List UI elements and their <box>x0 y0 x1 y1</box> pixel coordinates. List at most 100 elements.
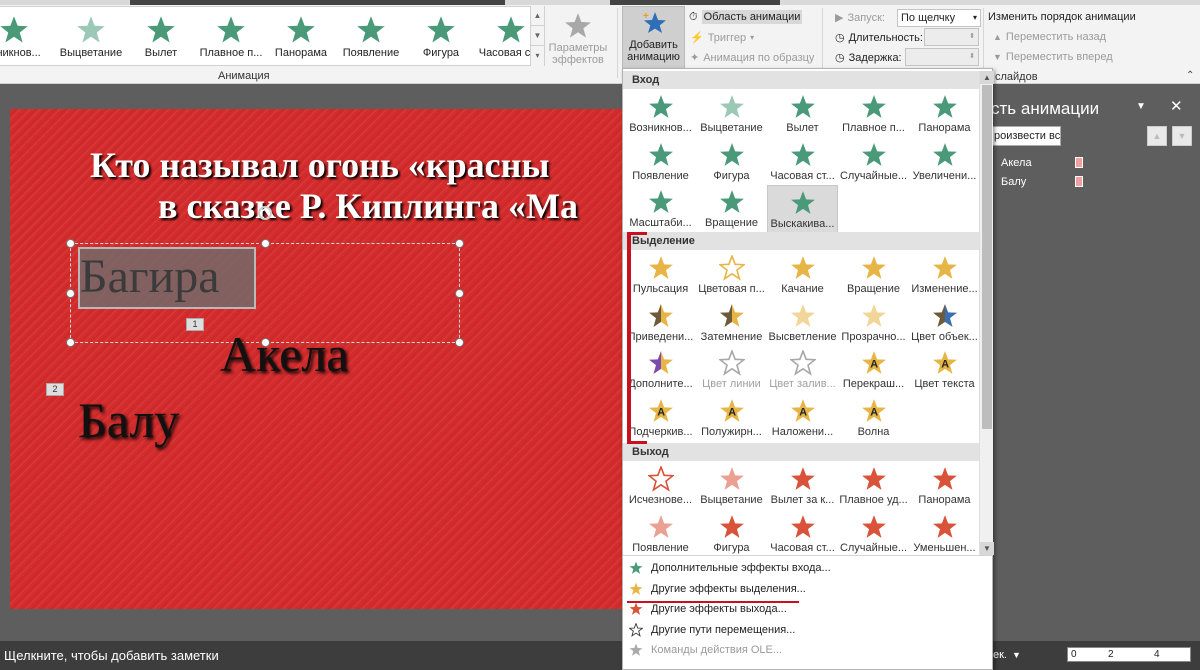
animation-effect-item[interactable]: Масштаби... <box>625 185 696 233</box>
animation-effect-item[interactable]: Цвет залив... <box>767 346 838 394</box>
animation-effect-item[interactable]: Приведени... <box>625 299 696 347</box>
start-select[interactable]: По щелчку ▾ <box>897 9 981 27</box>
gallery-scroll-up[interactable]: ▲ <box>531 6 544 26</box>
more-effects-item[interactable]: Другие пути перемещения... <box>623 620 993 641</box>
animation-effect-item[interactable]: Прозрачно... <box>838 299 909 347</box>
resize-handle[interactable] <box>66 239 75 248</box>
move-earlier-button[interactable]: ▲ Переместить назад <box>993 31 1106 43</box>
gallery-expand[interactable]: ▾ <box>531 46 544 66</box>
animation-effect-item[interactable]: Изменение... <box>909 251 980 299</box>
gallery-item[interactable]: ...никнов... <box>0 9 42 65</box>
animation-effect-item[interactable]: Плавное уд... <box>838 462 909 510</box>
dropdown-scrollbar[interactable]: ▲ ▼ <box>979 71 994 555</box>
duration-input[interactable]: ⬍ <box>924 28 979 46</box>
move-later-button[interactable]: ▼ Переместить вперед <box>993 51 1113 63</box>
animation-effect-item[interactable]: A Полужирн... <box>696 394 767 442</box>
animation-effect-item[interactable]: Вращение <box>696 185 767 233</box>
slide-text-balu[interactable]: Балу <box>78 391 179 449</box>
animation-effect-item[interactable]: Вылет <box>767 90 838 138</box>
scroll-thumb[interactable] <box>982 85 992 429</box>
slide-text-bagira[interactable]: Багира <box>80 249 220 304</box>
animation-effect-item[interactable]: Пульсация <box>625 251 696 299</box>
gallery-item[interactable]: Панорама <box>266 9 336 65</box>
delay-input[interactable]: ⬍ <box>905 48 979 66</box>
more-effects-item[interactable]: Другие эффекты выделения... <box>623 579 993 600</box>
animation-effect-item[interactable]: Уменьшен... <box>909 510 980 558</box>
slide-canvas[interactable]: Кто называл огонь «красны в сказке Р. Ки… <box>10 109 625 609</box>
animation-effect-item[interactable]: Выцветание <box>696 462 767 510</box>
gallery-item[interactable]: Вылет <box>126 9 196 65</box>
animation-effect-item[interactable]: Часовая ст... <box>767 510 838 558</box>
animation-effect-item[interactable]: Плавное п... <box>838 90 909 138</box>
animation-effect-item[interactable]: Затемнение <box>696 299 767 347</box>
rotate-handle-icon[interactable] <box>258 206 272 220</box>
animation-effect-item[interactable]: Высветление <box>767 299 838 347</box>
animation-effect-item[interactable]: A Цвет текста <box>909 346 980 394</box>
animation-effect-item[interactable]: Цветовая п... <box>696 251 767 299</box>
slide-title-line1[interactable]: Кто называл огонь «красны <box>90 144 550 186</box>
gallery-item[interactable]: Появление <box>336 9 406 65</box>
slide-title-line2[interactable]: в сказке Р. Киплинга «Ма <box>158 185 578 227</box>
animation-effect-item[interactable]: Возникнов... <box>625 90 696 138</box>
more-effects-item[interactable]: Дополнительные эффекты входа... <box>623 558 993 579</box>
animation-effect-item[interactable]: Часовая ст... <box>767 138 838 186</box>
animation-effect-item[interactable]: Вылет за к... <box>767 462 838 510</box>
move-down-arrow[interactable]: ▼ <box>1172 126 1192 146</box>
animation-effect-item[interactable]: Фигура <box>696 138 767 186</box>
animation-effect-item[interactable]: Появление <box>625 510 696 558</box>
resize-handle[interactable] <box>455 239 464 248</box>
gallery-item[interactable]: Выцветание <box>56 9 126 65</box>
animation-effect-item[interactable]: Исчезнове... <box>625 462 696 510</box>
animation-effect-item[interactable]: A Волна <box>838 394 909 442</box>
animation-effect-item[interactable]: Увеличени... <box>909 138 980 186</box>
animation-order-tag[interactable]: 2 <box>46 383 64 396</box>
resize-handle[interactable] <box>261 239 270 248</box>
animation-effect-item[interactable]: Вращение <box>838 251 909 299</box>
gallery-item[interactable]: Плавное п... <box>196 9 266 65</box>
animation-effect-item[interactable]: Выцветание <box>696 90 767 138</box>
animation-painter-button[interactable]: ✦ Анимация по образцу <box>690 51 814 65</box>
pane-item-balu[interactable]: Балу <box>1001 176 1026 188</box>
animation-effect-item[interactable]: A Наложени... <box>767 394 838 442</box>
animation-pane-button[interactable]: ⏱ Область анимации <box>689 10 803 24</box>
animation-effect-item[interactable]: Панорама <box>909 90 980 138</box>
animation-gallery[interactable]: ...никнов... Выцветание Вылет Плавное п... П… <box>0 6 545 66</box>
slide-text-akela[interactable]: Акела <box>220 325 349 383</box>
animation-effect-item[interactable]: Цвет линии <box>696 346 767 394</box>
gallery-scroll-down[interactable]: ▼ <box>531 26 544 46</box>
notes-placeholder[interactable]: Щелкните, чтобы добавить заметки <box>4 648 219 663</box>
animation-effect-item[interactable]: Качание <box>767 251 838 299</box>
gallery-item[interactable]: Фигура <box>406 9 476 65</box>
gallery-scrollbar[interactable]: ▲ ▼ ▾ <box>530 6 544 66</box>
scroll-down-arrow[interactable]: ▼ <box>980 542 994 555</box>
resize-handle[interactable] <box>66 338 75 347</box>
more-effects-item[interactable]: Команды действия OLE... <box>623 640 993 661</box>
animation-effect-item[interactable]: Дополните... <box>625 346 696 394</box>
animation-effect-item[interactable]: Фигура <box>696 510 767 558</box>
animation-effect-item[interactable]: Панорама <box>909 462 980 510</box>
pane-item-akela[interactable]: Акела <box>1001 157 1032 169</box>
pane-menu-icon[interactable]: ▼ <box>1136 101 1146 112</box>
trigger-button[interactable]: ⚡ Триггер ▾ <box>690 31 754 45</box>
animation-order-tag[interactable]: 1 <box>186 318 204 331</box>
scroll-up-arrow[interactable]: ▲ <box>980 71 994 84</box>
effect-options-button[interactable]: Параметры эффектов <box>547 8 609 68</box>
animation-effect-item[interactable]: Цвет объек... <box>909 299 980 347</box>
animation-effect-item[interactable]: Выскакива... <box>767 185 838 233</box>
animation-effect-item[interactable]: A Перекраш... <box>838 346 909 394</box>
animation-effect-item[interactable]: Появление <box>625 138 696 186</box>
ribbon-collapse-icon[interactable]: ⌃ <box>1186 70 1194 81</box>
resize-handle[interactable] <box>455 338 464 347</box>
play-all-button[interactable]: роизвести все <box>991 126 1061 146</box>
resize-handle[interactable] <box>66 289 75 298</box>
resize-handle[interactable] <box>455 289 464 298</box>
resize-handle[interactable] <box>261 338 270 347</box>
animation-effect-item[interactable]: A Подчеркив... <box>625 394 696 442</box>
dropdown-arrow-icon[interactable]: ▼ <box>1012 641 1021 670</box>
move-up-arrow[interactable]: ▲ <box>1147 126 1167 146</box>
close-icon[interactable]: ✕ <box>1170 97 1183 115</box>
add-animation-button[interactable]: + Добавить анимацию <box>622 6 685 72</box>
animation-effect-item[interactable]: Случайные... <box>838 510 909 558</box>
animation-effect-item[interactable]: Случайные... <box>838 138 909 186</box>
notes-bar[interactable]: Щелкните, чтобы добавить заметки ек. ▼ 0… <box>0 641 1200 670</box>
